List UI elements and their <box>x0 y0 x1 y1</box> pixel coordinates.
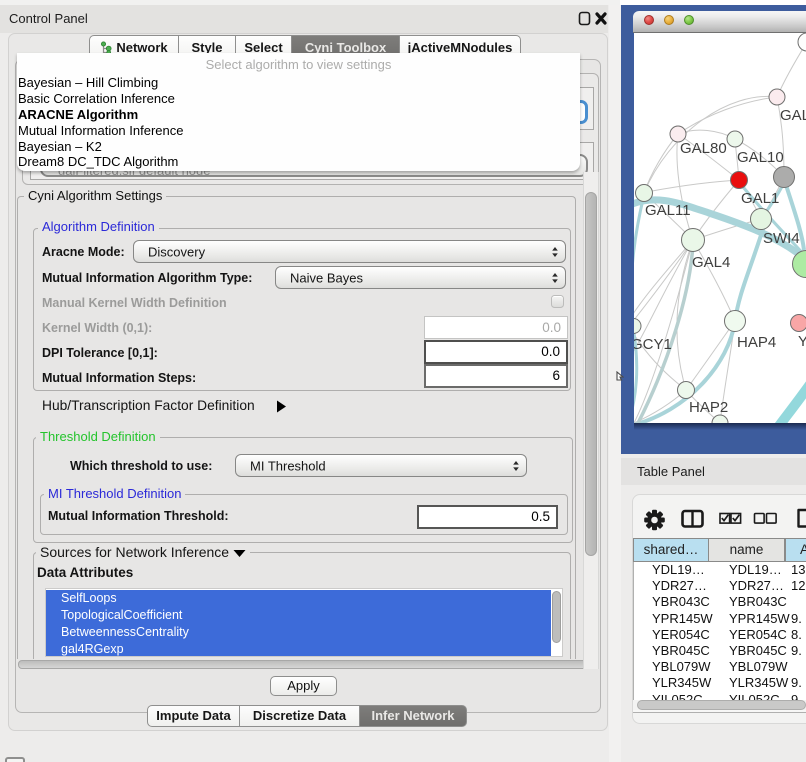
svg-text:GAL1: GAL1 <box>741 190 779 207</box>
svg-text:Y: Y <box>798 333 806 350</box>
svg-text:GCY1: GCY1 <box>634 336 672 353</box>
svg-text:GAL10: GAL10 <box>737 149 784 166</box>
svg-text:GAL11: GAL11 <box>645 202 691 219</box>
svg-text:GAL4: GAL4 <box>692 254 730 271</box>
svg-text:SWI4: SWI4 <box>763 230 800 247</box>
svg-text:HAP4: HAP4 <box>737 334 776 351</box>
svg-text:HAP2: HAP2 <box>689 399 728 416</box>
svg-text:GAL80: GAL80 <box>680 140 727 157</box>
svg-text:GAL: GAL <box>780 107 806 124</box>
